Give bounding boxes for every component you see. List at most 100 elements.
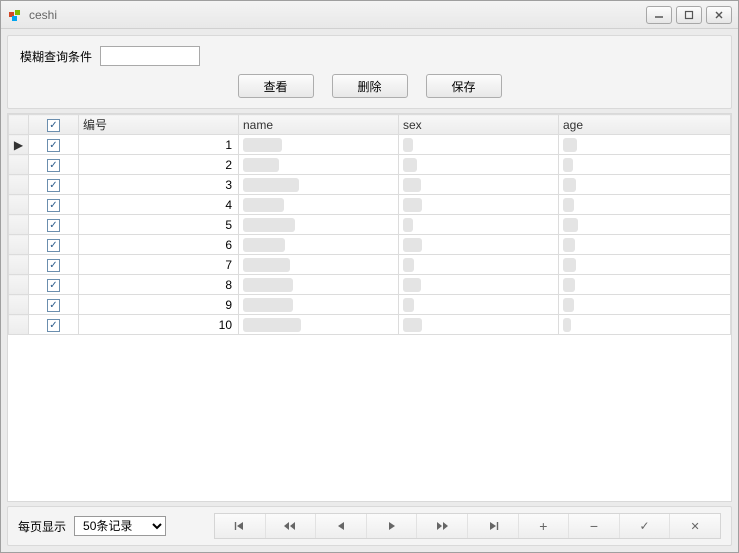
cell-name[interactable] [239, 315, 399, 335]
row-checkbox[interactable]: ✓ [47, 239, 60, 252]
header-checkbox-cell[interactable]: ✓ [29, 115, 79, 135]
view-button[interactable]: 查看 [238, 74, 314, 98]
cell-name[interactable] [239, 215, 399, 235]
row-checkbox[interactable]: ✓ [47, 259, 60, 272]
next-button[interactable] [367, 514, 418, 538]
cell-age[interactable] [559, 275, 731, 295]
row-checkbox-cell[interactable]: ✓ [29, 295, 79, 315]
cell-id[interactable]: 4 [79, 195, 239, 215]
cancel-button[interactable]: ✕ [670, 514, 720, 538]
cell-id[interactable]: 10 [79, 315, 239, 335]
row-checkbox[interactable]: ✓ [47, 319, 60, 332]
table-row[interactable]: ✓7 [9, 255, 731, 275]
row-checkbox[interactable]: ✓ [47, 139, 60, 152]
fast-forward-button[interactable] [417, 514, 468, 538]
cell-id[interactable]: 6 [79, 235, 239, 255]
cell-name[interactable] [239, 275, 399, 295]
cell-age[interactable] [559, 195, 731, 215]
minimize-button[interactable] [646, 6, 672, 24]
cell-sex[interactable] [399, 275, 559, 295]
pagesize-select[interactable]: 50条记录 [74, 516, 166, 536]
close-button[interactable] [706, 6, 732, 24]
cell-name[interactable] [239, 195, 399, 215]
save-button[interactable]: 保存 [426, 74, 502, 98]
row-checkbox-cell[interactable]: ✓ [29, 215, 79, 235]
pagesize-label: 每页显示 [18, 518, 66, 535]
data-grid[interactable]: ✓ 编号 name sex age ▶✓1✓2✓3✓4✓5✓6✓7✓8✓9✓10 [7, 113, 732, 502]
row-checkbox-cell[interactable]: ✓ [29, 235, 79, 255]
table-row[interactable]: ✓8 [9, 275, 731, 295]
cell-id[interactable]: 5 [79, 215, 239, 235]
table-row[interactable]: ✓ 10 [9, 315, 731, 335]
delete-button[interactable]: 删除 [332, 74, 408, 98]
cell-age[interactable] [559, 235, 731, 255]
row-checkbox-cell[interactable]: ✓ [29, 135, 79, 155]
cell-name[interactable] [239, 295, 399, 315]
header-name[interactable]: name [239, 115, 399, 135]
cell-sex[interactable] [399, 295, 559, 315]
window-title: ceshi [29, 8, 646, 22]
cell-sex[interactable] [399, 155, 559, 175]
cell-age[interactable] [559, 295, 731, 315]
cell-sex[interactable] [399, 235, 559, 255]
table-row[interactable]: ✓6 [9, 235, 731, 255]
cell-sex[interactable] [399, 215, 559, 235]
cell-sex[interactable] [399, 135, 559, 155]
search-input[interactable] [100, 46, 200, 66]
cell-age[interactable] [559, 255, 731, 275]
cell-age[interactable] [559, 135, 731, 155]
header-sex[interactable]: sex [399, 115, 559, 135]
row-checkbox[interactable]: ✓ [47, 219, 60, 232]
header-checkbox[interactable]: ✓ [47, 119, 60, 132]
app-window: ceshi 模糊查询条件 查看 删除 保存 [0, 0, 739, 553]
cell-id[interactable]: 7 [79, 255, 239, 275]
cell-name[interactable] [239, 135, 399, 155]
row-checkbox[interactable]: ✓ [47, 159, 60, 172]
cell-age[interactable] [559, 175, 731, 195]
cell-age[interactable] [559, 315, 731, 335]
fast-back-button[interactable] [266, 514, 317, 538]
cell-name[interactable] [239, 235, 399, 255]
table-row[interactable]: ✓4 [9, 195, 731, 215]
cell-sex[interactable] [399, 175, 559, 195]
prev-button[interactable] [316, 514, 367, 538]
row-checkbox[interactable]: ✓ [47, 279, 60, 292]
row-checkbox-cell[interactable]: ✓ [29, 275, 79, 295]
table-row[interactable]: ✓2 [9, 155, 731, 175]
cell-name[interactable] [239, 255, 399, 275]
row-checkbox-cell[interactable]: ✓ [29, 255, 79, 275]
row-checkbox-cell[interactable]: ✓ [29, 195, 79, 215]
table-row[interactable]: ▶✓1 [9, 135, 731, 155]
cell-sex[interactable] [399, 195, 559, 215]
table-row[interactable]: ✓9 [9, 295, 731, 315]
cell-id[interactable]: 9 [79, 295, 239, 315]
first-page-button[interactable] [215, 514, 266, 538]
cell-age[interactable] [559, 155, 731, 175]
row-checkbox-cell[interactable]: ✓ [29, 155, 79, 175]
remove-button[interactable]: − [569, 514, 620, 538]
row-checkbox[interactable]: ✓ [47, 299, 60, 312]
header-id[interactable]: 编号 [79, 115, 239, 135]
cell-name[interactable] [239, 155, 399, 175]
commit-button[interactable]: ✓ [620, 514, 671, 538]
table-row[interactable]: ✓3 [9, 175, 731, 195]
row-checkbox-cell[interactable]: ✓ [29, 315, 79, 335]
last-page-button[interactable] [468, 514, 519, 538]
cell-id[interactable]: 2 [79, 155, 239, 175]
table-row[interactable]: ✓5 [9, 215, 731, 235]
row-checkbox-cell[interactable]: ✓ [29, 175, 79, 195]
add-button[interactable]: + [519, 514, 570, 538]
cell-name[interactable] [239, 175, 399, 195]
maximize-button[interactable] [676, 6, 702, 24]
pager-panel: 每页显示 50条记录 +−✓✕ [7, 506, 732, 546]
header-age[interactable]: age [559, 115, 731, 135]
cell-sex[interactable] [399, 315, 559, 335]
row-checkbox[interactable]: ✓ [47, 179, 60, 192]
cell-id[interactable]: 3 [79, 175, 239, 195]
cell-id[interactable]: 8 [79, 275, 239, 295]
cell-sex[interactable] [399, 255, 559, 275]
row-checkbox[interactable]: ✓ [47, 199, 60, 212]
cell-age[interactable] [559, 215, 731, 235]
grid-empty-area [8, 335, 731, 501]
cell-id[interactable]: 1 [79, 135, 239, 155]
